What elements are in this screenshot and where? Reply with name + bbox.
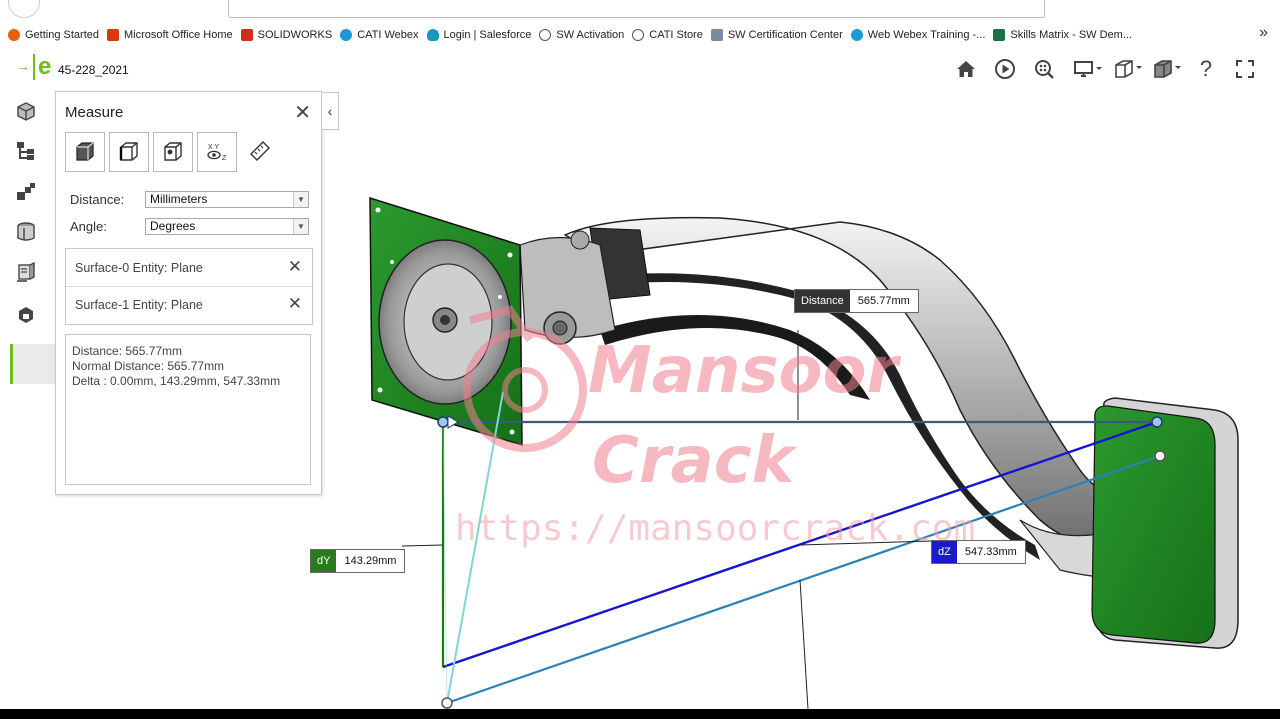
measure-panel-title: Measure xyxy=(65,104,124,121)
svg-text:X Y: X Y xyxy=(208,144,219,151)
remove-icon[interactable]: ✕ xyxy=(288,257,302,277)
section-icon[interactable] xyxy=(13,219,39,245)
excel-icon xyxy=(993,28,1006,41)
result-normal-distance: Normal Distance: 565.77mm xyxy=(72,359,225,373)
help-icon[interactable]: ? xyxy=(1194,56,1218,81)
measure-edge-button[interactable] xyxy=(109,132,149,172)
angle-label: Angle: xyxy=(70,219,107,234)
tree-icon[interactable] xyxy=(13,138,39,164)
svg-text:Z: Z xyxy=(222,155,227,162)
solidworks-icon xyxy=(710,28,723,41)
ruler-icon[interactable] xyxy=(241,132,279,170)
edrawings-logo: e xyxy=(33,54,51,80)
explode-icon[interactable] xyxy=(13,301,39,327)
bookmark-salesforce[interactable]: Login | Salesforce xyxy=(426,28,531,41)
callout-key: dY xyxy=(311,550,337,572)
watermark-url: https://mansoorcrack.com xyxy=(455,508,975,549)
watermark-title: Mansoor xyxy=(588,334,901,408)
distance-callout: Distance 565.77mm xyxy=(794,289,919,313)
left-tool-rail xyxy=(0,91,57,709)
remove-icon[interactable]: ✕ xyxy=(288,294,302,314)
fullscreen-icon[interactable] xyxy=(1233,58,1257,80)
bookmark-cati-store[interactable]: CATI Store xyxy=(632,28,703,41)
display-icon[interactable] xyxy=(1072,58,1104,80)
logo-arrow-icon: → xyxy=(16,58,30,74)
distance-unit-select[interactable]: Millimeters ▼ xyxy=(145,191,309,208)
callout-key: Distance xyxy=(795,290,850,312)
solidworks-icon xyxy=(240,28,253,41)
measure-tool-icon[interactable] xyxy=(13,259,39,285)
globe-icon xyxy=(539,28,552,41)
dy-callout: dY 143.29mm xyxy=(310,549,406,573)
bookmarks-overflow-icon[interactable]: » xyxy=(1259,24,1268,42)
measure-panel: Measure ✕ X YZ Distance: Millimeters ▼ A… xyxy=(55,91,322,495)
measure-face-to-face-button[interactable] xyxy=(65,132,105,172)
collapse-panel-button[interactable]: ‹ xyxy=(321,92,339,130)
result-distance: Distance: 565.77mm xyxy=(72,344,183,358)
selected-entities-list: Surface-0 Entity: Plane ✕ Surface-1 Enti… xyxy=(65,248,313,325)
result-delta: Delta : 0.00mm, 143.29mm, 547.33mm xyxy=(72,374,281,388)
components-icon[interactable] xyxy=(13,179,39,205)
chevron-down-icon: ▼ xyxy=(293,192,308,207)
angle-unit-select[interactable]: Degrees ▼ xyxy=(145,218,309,235)
bookmark-skills-matrix[interactable]: Skills Matrix - SW Dem... xyxy=(993,28,1132,41)
close-icon[interactable]: ✕ xyxy=(294,100,311,125)
bookmark-office-home[interactable]: Microsoft Office Home xyxy=(107,28,233,41)
active-tool-indicator xyxy=(10,344,57,384)
bookmark-cati-webex[interactable]: CATI Webex xyxy=(340,28,419,41)
list-item[interactable]: Surface-0 Entity: Plane ✕ xyxy=(66,250,312,287)
callout-key: dZ xyxy=(932,541,957,563)
bookmark-webex-training[interactable]: Web Webex Training -... xyxy=(850,28,985,41)
webex-icon xyxy=(850,28,863,41)
screen: Getting Started Microsoft Office Home SO… xyxy=(0,0,1280,709)
bookmark-getting-started[interactable]: Getting Started xyxy=(8,28,99,41)
bookmark-sw-activation[interactable]: SW Activation xyxy=(539,28,624,41)
measure-xyz-button[interactable]: X YZ xyxy=(197,132,237,172)
model-icon[interactable] xyxy=(13,98,39,124)
watermark-subtitle: Crack xyxy=(592,424,798,498)
play-icon[interactable] xyxy=(993,58,1017,80)
bookmark-sw-certification[interactable]: SW Certification Center xyxy=(710,28,843,41)
view-cube-icon[interactable] xyxy=(1112,58,1144,80)
firefox-icon xyxy=(8,28,20,41)
chevron-down-icon: ▼ xyxy=(293,219,308,234)
bookmarks-bar: Getting Started Microsoft Office Home SO… xyxy=(0,22,1280,47)
dz-callout: dZ 547.33mm xyxy=(931,540,1026,564)
webex-icon xyxy=(340,28,353,41)
model-viewport[interactable]: Mansoor Crack https://mansoorcrack.com xyxy=(338,91,1280,709)
address-bar[interactable] xyxy=(228,0,1045,18)
measure-vertex-button[interactable] xyxy=(153,132,193,172)
office-icon xyxy=(107,28,119,41)
home-icon[interactable] xyxy=(954,58,978,80)
globe-icon xyxy=(632,28,645,41)
document-title: 45-228_2021 xyxy=(58,63,129,77)
bookmark-solidworks[interactable]: SOLIDWORKS xyxy=(240,28,332,41)
salesforce-icon xyxy=(426,28,439,41)
list-item[interactable]: Surface-1 Entity: Plane ✕ xyxy=(66,287,312,323)
callout-value: 547.33mm xyxy=(964,546,1017,558)
zoom-icon[interactable] xyxy=(1032,58,1056,80)
browser-menu-button[interactable] xyxy=(8,0,40,18)
browser-toolbar xyxy=(0,0,1280,22)
wall-mount-plate xyxy=(1091,397,1239,649)
measure-results: Distance: 565.77mm Normal Distance: 565.… xyxy=(65,334,311,485)
callout-value: 143.29mm xyxy=(344,555,397,567)
callout-value: 565.77mm xyxy=(857,295,910,307)
render-mode-icon[interactable] xyxy=(1151,58,1183,80)
distance-label: Distance: xyxy=(70,192,125,207)
watermark: Mansoor Crack https://mansoorcrack.com xyxy=(455,305,975,549)
